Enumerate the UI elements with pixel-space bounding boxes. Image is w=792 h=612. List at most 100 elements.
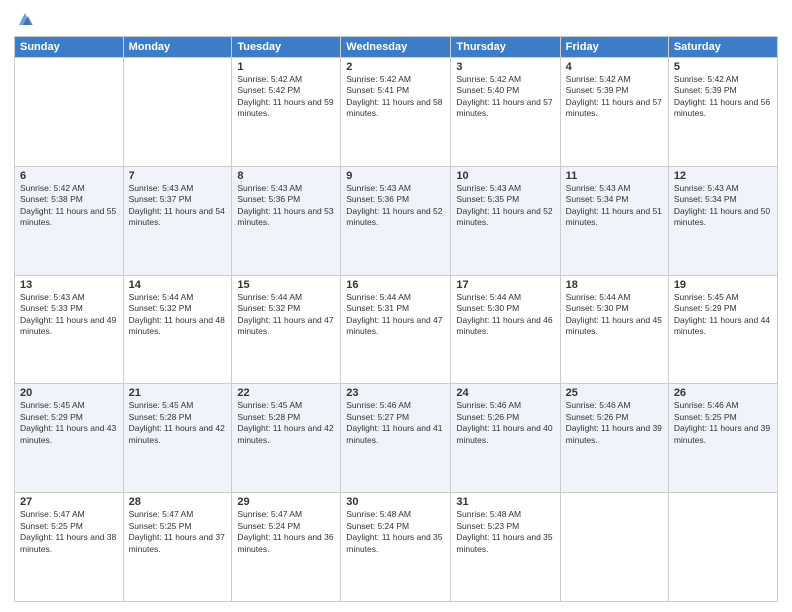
calendar-cell: 12Sunrise: 5:43 AM Sunset: 5:34 PM Dayli… [668,166,777,275]
day-number: 28 [129,496,227,508]
calendar-cell: 14Sunrise: 5:44 AM Sunset: 5:32 PM Dayli… [123,275,232,384]
day-info: Sunrise: 5:42 AM Sunset: 5:39 PM Dayligh… [566,74,663,120]
calendar-cell: 7Sunrise: 5:43 AM Sunset: 5:37 PM Daylig… [123,166,232,275]
weekday-header: Wednesday [341,37,451,58]
day-info: Sunrise: 5:43 AM Sunset: 5:35 PM Dayligh… [456,183,554,229]
day-info: Sunrise: 5:42 AM Sunset: 5:42 PM Dayligh… [237,74,335,120]
calendar-cell: 6Sunrise: 5:42 AM Sunset: 5:38 PM Daylig… [15,166,124,275]
day-number: 25 [566,387,663,399]
calendar-cell: 24Sunrise: 5:46 AM Sunset: 5:26 PM Dayli… [451,384,560,493]
day-info: Sunrise: 5:44 AM Sunset: 5:31 PM Dayligh… [346,292,445,338]
calendar-week-row: 20Sunrise: 5:45 AM Sunset: 5:29 PM Dayli… [15,384,778,493]
day-number: 23 [346,387,445,399]
day-number: 17 [456,279,554,291]
calendar-cell: 11Sunrise: 5:43 AM Sunset: 5:34 PM Dayli… [560,166,668,275]
logo [14,10,38,28]
day-info: Sunrise: 5:47 AM Sunset: 5:25 PM Dayligh… [129,509,227,555]
day-number: 1 [237,61,335,73]
day-number: 22 [237,387,335,399]
day-number: 26 [674,387,772,399]
calendar-page: SundayMondayTuesdayWednesdayThursdayFrid… [0,0,792,612]
day-info: Sunrise: 5:44 AM Sunset: 5:30 PM Dayligh… [456,292,554,338]
day-number: 2 [346,61,445,73]
day-number: 20 [20,387,118,399]
day-number: 16 [346,279,445,291]
calendar-cell: 26Sunrise: 5:46 AM Sunset: 5:25 PM Dayli… [668,384,777,493]
day-info: Sunrise: 5:45 AM Sunset: 5:28 PM Dayligh… [129,400,227,446]
day-info: Sunrise: 5:43 AM Sunset: 5:36 PM Dayligh… [237,183,335,229]
day-number: 15 [237,279,335,291]
calendar-body: 1Sunrise: 5:42 AM Sunset: 5:42 PM Daylig… [15,58,778,602]
calendar-cell [15,58,124,167]
calendar-cell: 31Sunrise: 5:48 AM Sunset: 5:23 PM Dayli… [451,493,560,602]
day-info: Sunrise: 5:45 AM Sunset: 5:28 PM Dayligh… [237,400,335,446]
day-number: 4 [566,61,663,73]
day-number: 30 [346,496,445,508]
day-info: Sunrise: 5:47 AM Sunset: 5:24 PM Dayligh… [237,509,335,555]
weekday-header: Sunday [15,37,124,58]
calendar-cell: 3Sunrise: 5:42 AM Sunset: 5:40 PM Daylig… [451,58,560,167]
day-info: Sunrise: 5:42 AM Sunset: 5:38 PM Dayligh… [20,183,118,229]
day-info: Sunrise: 5:43 AM Sunset: 5:34 PM Dayligh… [674,183,772,229]
day-number: 9 [346,170,445,182]
logo-icon [16,10,34,28]
day-number: 11 [566,170,663,182]
calendar-cell: 10Sunrise: 5:43 AM Sunset: 5:35 PM Dayli… [451,166,560,275]
calendar-cell: 9Sunrise: 5:43 AM Sunset: 5:36 PM Daylig… [341,166,451,275]
day-number: 6 [20,170,118,182]
calendar-cell: 8Sunrise: 5:43 AM Sunset: 5:36 PM Daylig… [232,166,341,275]
calendar-cell [123,58,232,167]
weekday-header: Thursday [451,37,560,58]
weekday-header: Tuesday [232,37,341,58]
day-info: Sunrise: 5:43 AM Sunset: 5:34 PM Dayligh… [566,183,663,229]
day-number: 3 [456,61,554,73]
calendar-cell: 27Sunrise: 5:47 AM Sunset: 5:25 PM Dayli… [15,493,124,602]
calendar-cell: 28Sunrise: 5:47 AM Sunset: 5:25 PM Dayli… [123,493,232,602]
calendar-cell: 5Sunrise: 5:42 AM Sunset: 5:39 PM Daylig… [668,58,777,167]
calendar-cell: 18Sunrise: 5:44 AM Sunset: 5:30 PM Dayli… [560,275,668,384]
day-info: Sunrise: 5:46 AM Sunset: 5:27 PM Dayligh… [346,400,445,446]
day-info: Sunrise: 5:45 AM Sunset: 5:29 PM Dayligh… [674,292,772,338]
calendar-table: SundayMondayTuesdayWednesdayThursdayFrid… [14,36,778,602]
day-number: 24 [456,387,554,399]
calendar-cell: 16Sunrise: 5:44 AM Sunset: 5:31 PM Dayli… [341,275,451,384]
day-number: 13 [20,279,118,291]
day-info: Sunrise: 5:48 AM Sunset: 5:23 PM Dayligh… [456,509,554,555]
day-info: Sunrise: 5:42 AM Sunset: 5:40 PM Dayligh… [456,74,554,120]
day-info: Sunrise: 5:43 AM Sunset: 5:37 PM Dayligh… [129,183,227,229]
day-info: Sunrise: 5:47 AM Sunset: 5:25 PM Dayligh… [20,509,118,555]
calendar-cell: 13Sunrise: 5:43 AM Sunset: 5:33 PM Dayli… [15,275,124,384]
calendar-cell: 23Sunrise: 5:46 AM Sunset: 5:27 PM Dayli… [341,384,451,493]
day-info: Sunrise: 5:46 AM Sunset: 5:26 PM Dayligh… [566,400,663,446]
calendar-cell: 21Sunrise: 5:45 AM Sunset: 5:28 PM Dayli… [123,384,232,493]
calendar-header-row: SundayMondayTuesdayWednesdayThursdayFrid… [15,37,778,58]
day-info: Sunrise: 5:45 AM Sunset: 5:29 PM Dayligh… [20,400,118,446]
weekday-header: Monday [123,37,232,58]
calendar-cell: 17Sunrise: 5:44 AM Sunset: 5:30 PM Dayli… [451,275,560,384]
day-number: 19 [674,279,772,291]
day-info: Sunrise: 5:46 AM Sunset: 5:25 PM Dayligh… [674,400,772,446]
day-number: 5 [674,61,772,73]
calendar-cell: 25Sunrise: 5:46 AM Sunset: 5:26 PM Dayli… [560,384,668,493]
calendar-cell: 15Sunrise: 5:44 AM Sunset: 5:32 PM Dayli… [232,275,341,384]
calendar-cell: 19Sunrise: 5:45 AM Sunset: 5:29 PM Dayli… [668,275,777,384]
calendar-cell [668,493,777,602]
calendar-week-row: 1Sunrise: 5:42 AM Sunset: 5:42 PM Daylig… [15,58,778,167]
day-info: Sunrise: 5:44 AM Sunset: 5:30 PM Dayligh… [566,292,663,338]
weekday-header: Saturday [668,37,777,58]
day-number: 12 [674,170,772,182]
calendar-week-row: 27Sunrise: 5:47 AM Sunset: 5:25 PM Dayli… [15,493,778,602]
day-number: 29 [237,496,335,508]
day-info: Sunrise: 5:44 AM Sunset: 5:32 PM Dayligh… [129,292,227,338]
day-number: 7 [129,170,227,182]
day-info: Sunrise: 5:43 AM Sunset: 5:33 PM Dayligh… [20,292,118,338]
day-number: 31 [456,496,554,508]
calendar-cell: 29Sunrise: 5:47 AM Sunset: 5:24 PM Dayli… [232,493,341,602]
day-number: 18 [566,279,663,291]
calendar-cell: 22Sunrise: 5:45 AM Sunset: 5:28 PM Dayli… [232,384,341,493]
day-info: Sunrise: 5:44 AM Sunset: 5:32 PM Dayligh… [237,292,335,338]
calendar-cell: 20Sunrise: 5:45 AM Sunset: 5:29 PM Dayli… [15,384,124,493]
day-info: Sunrise: 5:42 AM Sunset: 5:41 PM Dayligh… [346,74,445,120]
header [14,10,778,28]
calendar-cell: 4Sunrise: 5:42 AM Sunset: 5:39 PM Daylig… [560,58,668,167]
